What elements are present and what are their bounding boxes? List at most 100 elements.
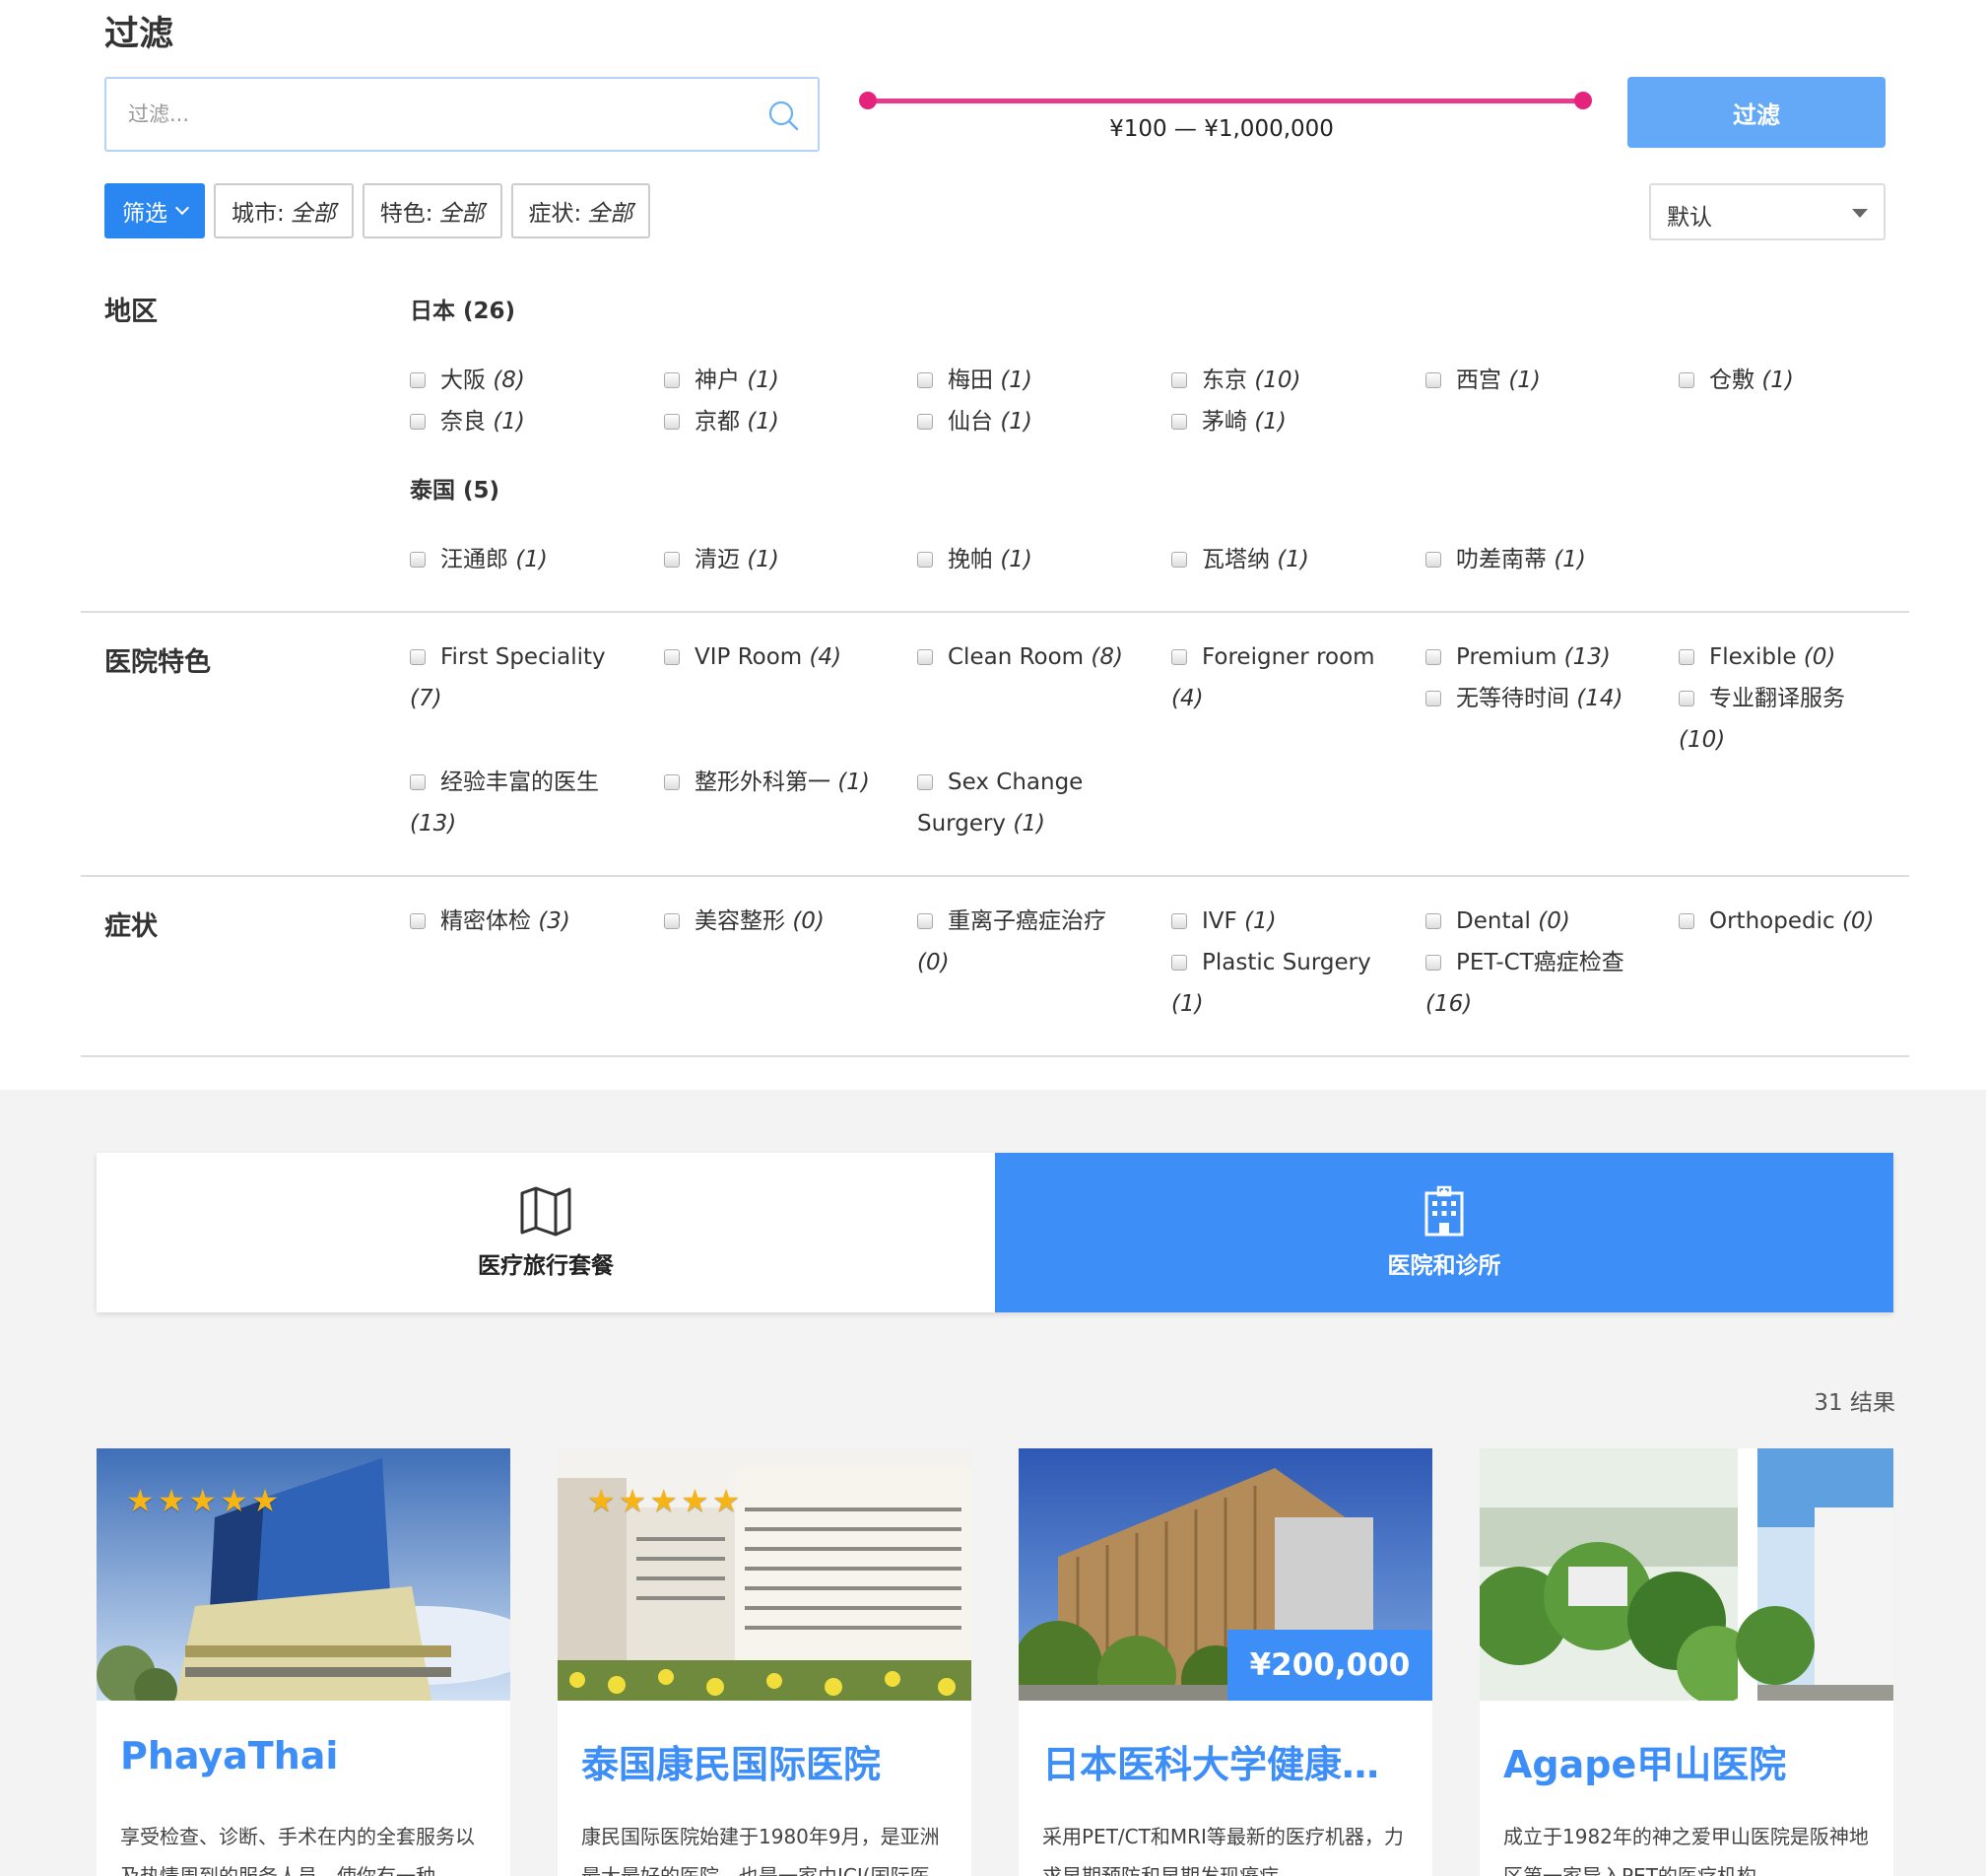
checkbox[interactable] xyxy=(917,552,933,568)
checkbox[interactable] xyxy=(1679,372,1694,388)
checkbox[interactable] xyxy=(410,372,426,388)
feature-filter-chip[interactable]: 特色: 全部 xyxy=(362,183,502,238)
checkbox[interactable] xyxy=(664,414,680,430)
region-option[interactable]: 茅崎 (1) xyxy=(1171,401,1383,442)
region-option[interactable]: 大阪 (8) xyxy=(410,360,622,401)
tab-hospitals[interactable]: 医院和诊所 xyxy=(995,1153,1893,1312)
checkbox[interactable] xyxy=(664,913,680,929)
symptom-option[interactable]: Plastic Surgery (1) xyxy=(1171,942,1383,1025)
hospital-card[interactable]: ★★★★★ PhayaThai 享受检查、诊断、手术在内的全套服务以及热情周到的… xyxy=(97,1448,510,1876)
checkbox[interactable] xyxy=(1425,913,1441,929)
checkbox[interactable] xyxy=(1425,649,1441,665)
region-option[interactable]: 清迈 (1) xyxy=(664,539,876,580)
checkbox[interactable] xyxy=(1425,691,1441,706)
price-min-handle[interactable] xyxy=(859,92,877,109)
hospital-photo[interactable] xyxy=(1480,1448,1893,1701)
symptom-filter-chip[interactable]: 症状: 全部 xyxy=(510,183,651,238)
sort-select[interactable]: 默认 xyxy=(1649,183,1886,240)
feature-option[interactable]: Flexible (0) xyxy=(1679,636,1890,678)
region-option[interactable]: 挽帕 (1) xyxy=(917,539,1129,580)
symptom-option[interactable]: PET-CT癌症检查 (16) xyxy=(1425,942,1637,1025)
checkbox[interactable] xyxy=(664,774,680,790)
city-filter-chip[interactable]: 城市: 全部 xyxy=(214,183,354,238)
feature-option[interactable]: VIP Room (4) xyxy=(664,636,876,678)
price-max-handle[interactable] xyxy=(1574,92,1592,109)
checkbox[interactable] xyxy=(1171,913,1187,929)
price-range-track[interactable] xyxy=(867,99,1584,103)
checkbox[interactable] xyxy=(1679,913,1694,929)
checkbox[interactable] xyxy=(1171,955,1187,971)
feature-option[interactable]: Sex Change Surgery (1) xyxy=(917,762,1104,844)
option-label: 汪通郎 xyxy=(440,547,508,572)
hospital-card[interactable]: Agape甲山医院 成立于1982年的神之爱甲山医院是阪神地区第一家导入PET的… xyxy=(1480,1448,1893,1876)
feature-option[interactable]: 无等待时间 (14) xyxy=(1425,678,1637,719)
feature-option[interactable]: Clean Room (8) xyxy=(917,636,1144,678)
checkbox[interactable] xyxy=(1425,955,1441,971)
checkbox[interactable] xyxy=(1171,649,1187,665)
region-option[interactable]: 梅田 (1) xyxy=(917,360,1129,401)
region-option[interactable]: 瓦塔纳 (1) xyxy=(1171,539,1383,580)
hospital-name[interactable]: 泰国康民国际医院 xyxy=(581,1734,956,1788)
region-option[interactable]: 东京 (10) xyxy=(1171,360,1383,401)
search-box[interactable] xyxy=(104,77,820,152)
checkbox[interactable] xyxy=(410,774,426,790)
symptom-option[interactable]: 美容整形 (0) xyxy=(664,901,876,942)
hospital-card[interactable]: ¥200,000 日本医科大学健康管理中心 采用PET/CT和MRI等最新的医疗… xyxy=(1019,1448,1432,1876)
checkbox[interactable] xyxy=(410,414,426,430)
hospital-description: 成立于1982年的神之爱甲山医院是阪神地区第一家导入PET的医疗机构。 xyxy=(1503,1825,1869,1876)
region-option[interactable]: 神户 (1) xyxy=(664,360,876,401)
region-option[interactable]: 京都 (1) xyxy=(664,401,876,442)
symptom-option[interactable]: 精密体检 (3) xyxy=(410,901,622,942)
hospital-card[interactable]: ★★★★★ 泰国康民国际医院 康民国际医院始建于1980年9月，是亚洲最大最好的… xyxy=(558,1448,971,1876)
feature-option[interactable]: 整形外科第一 (1) xyxy=(664,762,891,803)
checkbox[interactable] xyxy=(1425,372,1441,388)
hospital-name[interactable]: PhayaThai xyxy=(120,1734,495,1777)
hospital-photo[interactable]: ★★★★★ xyxy=(97,1448,510,1701)
checkbox[interactable] xyxy=(1679,691,1694,706)
symptom-option[interactable]: Orthopedic (0) xyxy=(1679,901,1900,942)
hospital-photo[interactable]: ¥200,000 xyxy=(1019,1448,1432,1701)
feature-option[interactable]: 经验丰富的医生 (13) xyxy=(410,762,622,844)
filter-toggle-button[interactable]: 筛选 xyxy=(104,183,205,238)
feature-option[interactable]: First Speciality (7) xyxy=(410,636,622,719)
feature-option[interactable]: Foreigner room (4) xyxy=(1171,636,1383,719)
search-input[interactable] xyxy=(128,79,759,150)
hospital-name[interactable]: Agape甲山医院 xyxy=(1503,1734,1878,1788)
option-count: (1) xyxy=(1000,409,1032,435)
symptom-option[interactable]: Dental (0) xyxy=(1425,901,1637,942)
region-option[interactable]: 叻差南蒂 (1) xyxy=(1425,539,1637,580)
price-range-slider[interactable]: ¥100 — ¥1,000,000 xyxy=(847,85,1596,154)
feature-option[interactable]: Premium (13) xyxy=(1425,636,1637,678)
checkbox[interactable] xyxy=(410,913,426,929)
symptom-option[interactable]: IVF (1) xyxy=(1171,901,1383,942)
search-icon[interactable] xyxy=(766,99,800,132)
checkbox[interactable] xyxy=(1171,552,1187,568)
checkbox[interactable] xyxy=(664,372,680,388)
option-count: (4) xyxy=(809,644,842,670)
feature-option[interactable]: 专业翻译服务 (10) xyxy=(1679,678,1890,761)
checkbox[interactable] xyxy=(1679,649,1694,665)
checkbox[interactable] xyxy=(917,649,933,665)
checkbox[interactable] xyxy=(917,414,933,430)
region-option[interactable]: 汪通郎 (1) xyxy=(410,539,622,580)
region-option[interactable]: 仙台 (1) xyxy=(917,401,1129,442)
region-option[interactable]: 仓敷 (1) xyxy=(1679,360,1890,401)
checkbox[interactable] xyxy=(917,913,933,929)
checkbox[interactable] xyxy=(1171,414,1187,430)
checkbox[interactable] xyxy=(917,372,933,388)
region-option[interactable]: 西宫 (1) xyxy=(1425,360,1637,401)
hospital-name[interactable]: 日本医科大学健康管理中心 xyxy=(1042,1734,1417,1788)
symptom-option[interactable]: 重离子癌症治疗 (0) xyxy=(917,901,1129,983)
filter-button[interactable]: 过滤 xyxy=(1627,77,1886,148)
hospital-photo[interactable]: ★★★★★ xyxy=(558,1448,971,1701)
checkbox[interactable] xyxy=(410,552,426,568)
tab-medical-tourism[interactable]: 医疗旅行套餐 xyxy=(97,1153,995,1312)
option-count: (1) xyxy=(747,368,779,393)
region-option[interactable]: 奈良 (1) xyxy=(410,401,622,442)
checkbox[interactable] xyxy=(917,774,933,790)
checkbox[interactable] xyxy=(1171,372,1187,388)
checkbox[interactable] xyxy=(664,552,680,568)
checkbox[interactable] xyxy=(664,649,680,665)
checkbox[interactable] xyxy=(1425,552,1441,568)
checkbox[interactable] xyxy=(410,649,426,665)
